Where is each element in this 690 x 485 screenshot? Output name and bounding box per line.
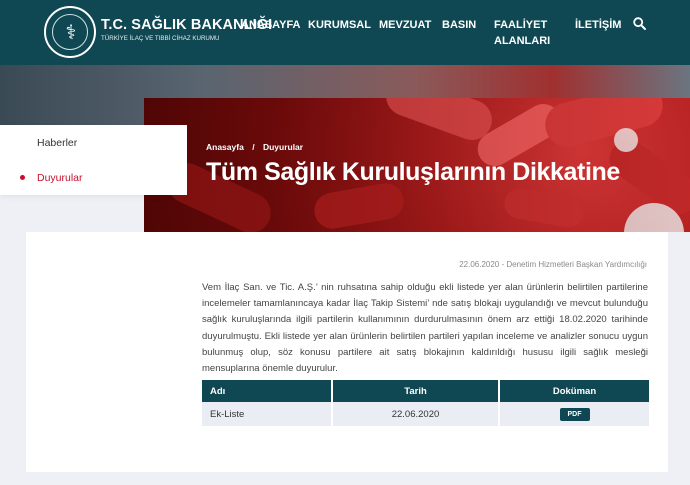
breadcrumb-separator: /: [252, 142, 255, 152]
hero-banner: Anasayfa / Duyurular Tüm Sağlık Kuruluşl…: [144, 98, 690, 232]
sidebar-item-duyurular[interactable]: Duyurular: [37, 172, 83, 184]
article-body: Vem İlaç San. ve Tic. A.Ş.’ nin ruhsatın…: [202, 282, 648, 375]
cell-document: PDF: [499, 402, 649, 426]
table-header-row: Adı Tarih Doküman: [202, 380, 649, 402]
cell-date: 22.06.2020: [332, 402, 500, 426]
search-icon[interactable]: [633, 17, 646, 30]
breadcrumb: Anasayfa / Duyurular: [206, 142, 309, 152]
table-row: Ek-Liste 22.06.2020 PDF: [202, 402, 649, 426]
col-header-name: Adı: [202, 380, 333, 402]
col-header-date: Tarih: [332, 380, 500, 402]
logo-ring: ⚕: [52, 14, 88, 50]
pdf-download-button[interactable]: PDF: [559, 407, 590, 421]
nav-anasayfa[interactable]: ANASAYFA: [241, 17, 301, 33]
cell-name: Ek-Liste: [202, 402, 333, 426]
breadcrumb-current[interactable]: Duyurular: [263, 142, 303, 152]
nav-basin[interactable]: BASIN: [442, 17, 476, 33]
nav-faaliyet-alanlari[interactable]: FAALİYET ALANLARI: [494, 17, 550, 49]
page-title: Tüm Sağlık Kuruluşlarının Dikkatine: [206, 158, 620, 186]
caduceus-icon: ⚕: [65, 20, 77, 44]
nav-iletisim[interactable]: İLETİŞİM: [575, 17, 621, 33]
breadcrumb-home-link[interactable]: Anasayfa: [206, 142, 244, 152]
article-meta: 22.06.2020 - Denetim Hizmetleri Başkan Y…: [459, 260, 647, 269]
nav-kurumsal[interactable]: KURUMSAL: [308, 17, 371, 33]
brand-subtitle: TÜRKİYE İLAÇ VE TIBBİ CİHAZ KURUMU: [101, 35, 220, 42]
nav-mevzuat[interactable]: MEVZUAT: [379, 17, 431, 33]
sidebar-item-haberler[interactable]: Haberler: [37, 137, 77, 149]
site-header: ⚕ T.C. SAĞLIK BAKANLIĞI TÜRKİYE İLAÇ VE …: [0, 0, 690, 65]
col-header-document: Doküman: [499, 380, 649, 402]
documents-table: Adı Tarih Doküman Ek-Liste 22.06.2020 PD…: [202, 380, 649, 426]
active-indicator-dot: [20, 175, 25, 180]
sidebar: Haberler Duyurular: [0, 125, 187, 195]
content-card: 22.06.2020 - Denetim Hizmetleri Başkan Y…: [26, 232, 668, 472]
ministry-logo-icon[interactable]: ⚕: [44, 6, 96, 58]
